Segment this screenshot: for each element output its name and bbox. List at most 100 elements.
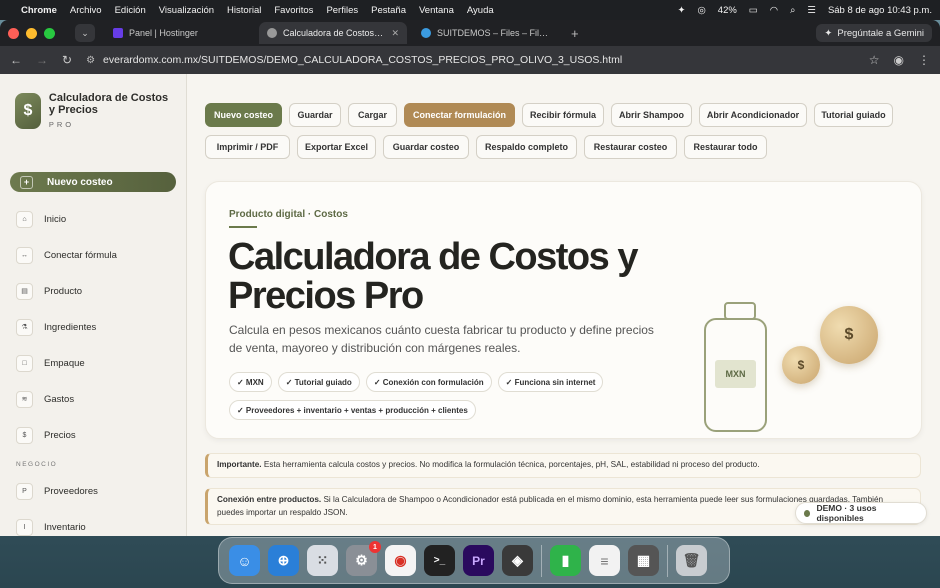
open-shampoo-button[interactable]: Abrir Shampoo: [611, 103, 692, 127]
sidebar-item-gastos[interactable]: ≋ Gastos: [16, 381, 176, 417]
sidebar-item-label: Proveedores: [44, 485, 98, 497]
receive-formula-button[interactable]: Recibir fórmula: [522, 103, 604, 127]
sidebar-item-empaque[interactable]: □ Empaque: [16, 345, 176, 381]
numbers-icon[interactable]: ▮: [550, 545, 581, 576]
action-toolbar-row-1: Nuevo costeo Guardar Cargar Conectar for…: [205, 103, 893, 127]
new-cost-button[interactable]: Nuevo costeo: [205, 103, 282, 127]
restore-cost-button[interactable]: Restaurar costeo: [584, 135, 677, 159]
brand-subtitle: PRO: [48, 120, 75, 129]
sidebar-item-precios[interactable]: $ Precios: [16, 417, 176, 453]
trash-icon[interactable]: 🗑: [676, 545, 707, 576]
menubar-item-historial[interactable]: Historial: [227, 5, 261, 16]
finder-icon[interactable]: ☺: [229, 545, 260, 576]
sparkle-icon[interactable]: ✦: [678, 5, 686, 16]
menubar-item-perfiles[interactable]: Perfiles: [326, 5, 358, 16]
address-bar[interactable]: ⚙ everardomx.com.mx/SUITDEMOS/DEMO_CALCU…: [86, 50, 855, 70]
sidebar-new-cost-label: Nuevo costeo: [47, 176, 113, 188]
sidebar-item-proveedores[interactable]: P Proveedores: [16, 473, 176, 509]
suppliers-icon: P: [16, 482, 33, 500]
chip-offline: ✓ Funciona sin internet: [497, 372, 604, 392]
sidebar-item-label: Conectar fórmula: [44, 249, 117, 261]
guided-tutorial-button[interactable]: Tutorial guiado: [814, 103, 893, 127]
window-controls: [8, 27, 55, 39]
menubar-app-name[interactable]: Chrome: [21, 5, 57, 16]
sidebar-item-label: Empaque: [44, 357, 85, 369]
globe-favicon-icon: [267, 28, 277, 38]
notes-list-icon[interactable]: ≡: [589, 545, 620, 576]
sidebar-item-conectar-formula[interactable]: ↔ Conectar fórmula: [16, 237, 176, 273]
notice-body: Esta herramienta calcula costos y precio…: [261, 460, 760, 470]
package-icon: □: [16, 354, 33, 372]
safari-icon[interactable]: ⊕: [268, 545, 299, 576]
plus-icon: +: [20, 175, 33, 189]
save-button[interactable]: Guardar: [289, 103, 341, 127]
address-bar-text[interactable]: everardomx.com.mx/SUITDEMOS/DEMO_CALCULA…: [103, 54, 622, 66]
launchpad-icon[interactable]: ⁙: [307, 545, 338, 576]
menubar-item-pestana[interactable]: Pestaña: [371, 5, 406, 16]
bottle-icon: MXN: [704, 318, 767, 432]
tab-search-chevron-icon[interactable]: ⌄: [75, 24, 95, 42]
save-cost-button[interactable]: Guardar costeo: [383, 135, 469, 159]
demo-badge-label: DEMO · 3 usos disponibles: [816, 503, 877, 523]
menubar-item-visualizacion[interactable]: Visualización: [159, 5, 214, 16]
demo-uses-badge[interactable]: DEMO · 3 usos disponibles: [795, 502, 927, 524]
export-excel-button[interactable]: Exportar Excel: [297, 135, 376, 159]
close-tab-icon[interactable]: ✕: [391, 28, 399, 39]
chrome-icon[interactable]: ◉: [385, 545, 416, 576]
cube-app-icon[interactable]: ◈: [502, 545, 533, 576]
sidebar-item-ingredientes[interactable]: ⚗ Ingredientes: [16, 309, 176, 345]
restore-all-button[interactable]: Restaurar todo: [684, 135, 767, 159]
sidebar-item-producto[interactable]: ▤ Producto: [16, 273, 176, 309]
wifi-icon[interactable]: ◠: [770, 5, 778, 16]
feature-chips: ✓ MXN ✓ Tutorial guiado ✓ Conexión con f…: [229, 372, 649, 420]
menubar-item-ayuda[interactable]: Ayuda: [467, 5, 494, 16]
tab-hostinger[interactable]: Panel | Hostinger: [105, 22, 253, 44]
menubar-item-edicion[interactable]: Edición: [115, 5, 146, 16]
control-center-icon[interactable]: ☰: [807, 5, 816, 16]
brand-title: Calculadora de Costos y Precios: [48, 92, 169, 116]
battery-percent[interactable]: 42%: [718, 5, 737, 16]
premiere-icon[interactable]: Pr: [463, 545, 494, 576]
bookmark-star-icon[interactable]: ☆: [869, 53, 880, 67]
print-pdf-button[interactable]: Imprimir / PDF: [205, 135, 290, 159]
forward-arrow-icon[interactable]: →: [36, 53, 48, 67]
main-content: Nuevo costeo Guardar Cargar Conectar for…: [187, 74, 940, 536]
hero-description: Calcula en pesos mexicanos cuánto cuesta…: [229, 323, 654, 355]
reload-icon[interactable]: ↻: [62, 53, 72, 67]
tab-calculadora[interactable]: Calculadora de Costos y Prec ✕: [259, 22, 407, 44]
menubar-item-archivo[interactable]: Archivo: [70, 5, 102, 16]
zoom-window-button[interactable]: [44, 27, 55, 39]
full-backup-button[interactable]: Respaldo completo: [476, 135, 577, 159]
open-conditioner-button[interactable]: Abrir Acondicionador: [699, 103, 807, 127]
sidebar-new-cost-button[interactable]: + Nuevo costeo: [10, 172, 176, 192]
menubar-item-ventana[interactable]: Ventana: [419, 5, 454, 16]
coin-large-icon: $: [820, 306, 878, 364]
site-info-icon[interactable]: ⚙: [86, 55, 95, 66]
back-arrow-icon[interactable]: ←: [10, 53, 22, 67]
bottle-label: MXN: [715, 360, 756, 388]
chip-tutorial: ✓ Tutorial guiado: [277, 372, 360, 392]
more-menu-icon[interactable]: ⋮: [918, 53, 930, 67]
menubar-datetime[interactable]: Sáb 8 de ago 10:43 p.m.: [828, 5, 932, 16]
gemini-button[interactable]: ✦ Pregúntale a Gemini: [816, 24, 932, 42]
menubar-item-favoritos[interactable]: Favoritos: [274, 5, 313, 16]
calculator-icon[interactable]: ▦: [628, 545, 659, 576]
connect-formulation-button[interactable]: Conectar formulación: [404, 103, 515, 127]
sidebar-item-inicio[interactable]: ⌂ Inicio: [16, 201, 176, 237]
sidebar-item-inventario[interactable]: I Inventario: [16, 509, 176, 536]
system-settings-icon[interactable]: ⚙ 1: [346, 541, 381, 576]
terminal-icon[interactable]: >_: [424, 545, 455, 576]
close-window-button[interactable]: [8, 27, 19, 39]
chip-modules: ✓ Proveedores + inventario + ventas + pr…: [229, 400, 476, 420]
hostinger-favicon-icon: [113, 28, 123, 38]
monitor-icon[interactable]: ◎: [697, 5, 705, 16]
sidebar-item-label: Precios: [44, 429, 76, 441]
load-button[interactable]: Cargar: [348, 103, 397, 127]
minimize-window-button[interactable]: [26, 27, 37, 39]
profile-icon[interactable]: ◉: [894, 53, 904, 67]
battery-icon[interactable]: ▭: [749, 5, 758, 16]
hero-illustration: MXN $ $: [702, 302, 902, 437]
new-tab-icon[interactable]: +: [571, 26, 579, 41]
spotlight-search-icon[interactable]: ⌕: [790, 5, 795, 16]
tab-suitdemos[interactable]: SUITDEMOS – Files – File Brow: [413, 22, 561, 44]
